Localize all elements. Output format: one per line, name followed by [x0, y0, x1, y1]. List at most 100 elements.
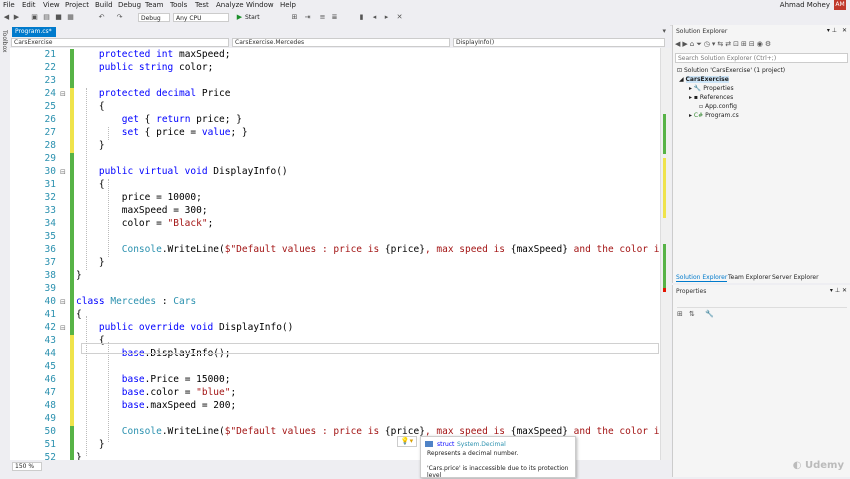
- code-line[interactable]: public virtual void DisplayInfo(): [76, 166, 288, 177]
- code-line[interactable]: Console.WriteLine($"Default values : pri…: [76, 244, 660, 255]
- code-line[interactable]: {: [76, 101, 105, 112]
- code-line[interactable]: class Mercedes : Cars: [76, 296, 196, 307]
- code-line[interactable]: public string color;: [76, 62, 213, 73]
- tab-program-cs[interactable]: Program.cs*: [12, 27, 56, 37]
- toolbox-label[interactable]: Toolbox: [1, 30, 8, 53]
- editor-vertical-scrollbar[interactable]: [660, 48, 671, 460]
- project-node[interactable]: ◢ CarsExercise: [679, 76, 729, 83]
- start-icon[interactable]: ▶: [235, 13, 244, 22]
- open-icon[interactable]: ▤: [42, 13, 51, 22]
- properties-title: Properties: [676, 288, 707, 295]
- solution-toolbar[interactable]: ◀▶⌂⏷◷▾⇆⇄⊡⊞⊟◉⚙: [675, 40, 773, 49]
- class-dropdown[interactable]: CarsExercise.Mercedes: [232, 38, 450, 47]
- user-name[interactable]: Ahmad Mohey: [780, 1, 830, 9]
- change-marker: [70, 322, 74, 335]
- forward-icon[interactable]: ▶: [12, 13, 21, 22]
- menu-analyze[interactable]: Analyze: [216, 1, 244, 9]
- redo-icon[interactable]: ↷: [115, 13, 124, 22]
- code-line[interactable]: protected int maxSpeed;: [76, 49, 231, 60]
- menu-debug[interactable]: Debug: [118, 1, 141, 9]
- avatar[interactable]: AM: [834, 0, 846, 10]
- code-line[interactable]: {: [76, 179, 105, 190]
- code-line[interactable]: maxSpeed = 300;: [76, 205, 208, 216]
- menu-edit[interactable]: Edit: [22, 1, 36, 9]
- undo-icon[interactable]: ↶: [97, 13, 106, 22]
- step-icon[interactable]: ⇥: [303, 13, 312, 22]
- save-all-icon[interactable]: ▦: [66, 13, 75, 22]
- config-select[interactable]: Debug: [138, 13, 170, 22]
- menu-test[interactable]: Test: [195, 1, 209, 9]
- collapse-icon[interactable]: ⊟: [60, 298, 66, 306]
- line-number: 50: [44, 426, 56, 437]
- tree-item-properties[interactable]: ▸ 🔧 Properties: [689, 85, 734, 92]
- change-marker: [70, 88, 74, 101]
- property-pages-icon[interactable]: 🔧: [705, 310, 714, 318]
- menu-team[interactable]: Team: [145, 1, 164, 9]
- line-number: 39: [44, 283, 56, 294]
- tree-item-app-config[interactable]: ▫ App.config: [699, 103, 737, 110]
- zoom-level-select[interactable]: 150 %: [12, 462, 42, 471]
- categorized-icon[interactable]: ⊞: [677, 310, 683, 318]
- alphabetical-icon[interactable]: ⇅: [689, 310, 695, 318]
- member-dropdown[interactable]: DisplayInfo(): [453, 38, 665, 47]
- tab-server-explorer[interactable]: Server Explorer: [772, 274, 819, 281]
- new-project-icon[interactable]: ▣: [30, 13, 39, 22]
- change-marker: [70, 114, 74, 127]
- platform-select[interactable]: Any CPU: [173, 13, 229, 22]
- code-line[interactable]: color = "Black";: [76, 218, 214, 229]
- collapse-icon[interactable]: ⊟: [60, 324, 66, 332]
- start-button[interactable]: Start: [245, 14, 260, 21]
- collapse-icon[interactable]: ⊟: [60, 90, 66, 98]
- solution-node[interactable]: ⊡ Solution 'CarsExercise' (1 project): [677, 67, 785, 74]
- line-number: 27: [44, 127, 56, 138]
- debug-tool-icon[interactable]: ⊞: [290, 13, 299, 22]
- tab-team-explorer[interactable]: Team Explorer: [728, 274, 771, 281]
- menu-help[interactable]: Help: [280, 1, 296, 9]
- code-line[interactable]: base.Price = 15000;: [76, 374, 231, 385]
- bookmark-prev-icon[interactable]: ◂: [370, 13, 379, 22]
- menu-project[interactable]: Project: [65, 1, 89, 9]
- code-line[interactable]: {: [76, 309, 82, 320]
- collapse-icon[interactable]: ⊟: [60, 168, 66, 176]
- menu-bar: File Edit View Project Build Debug Team …: [0, 0, 850, 11]
- menu-build[interactable]: Build: [95, 1, 113, 9]
- code-line[interactable]: }: [76, 439, 105, 450]
- code-line[interactable]: set { price = value; }: [76, 127, 248, 138]
- uncomment-icon[interactable]: ≣: [330, 13, 339, 22]
- code-line[interactable]: price = 10000;: [76, 192, 202, 203]
- menu-view[interactable]: View: [43, 1, 60, 9]
- comment-icon[interactable]: ≡: [318, 13, 327, 22]
- bookmark-icon[interactable]: ▮: [357, 13, 366, 22]
- tab-overflow-icon[interactable]: ▾: [662, 27, 666, 35]
- code-line[interactable]: base.maxSpeed = 200;: [76, 400, 236, 411]
- close-icon[interactable]: ✕: [842, 27, 847, 34]
- tree-item-references[interactable]: ▸ ▪ References: [689, 94, 733, 101]
- line-number: 25: [44, 101, 56, 112]
- tree-item-program-cs[interactable]: ▸ C# Program.cs: [689, 112, 739, 119]
- code-line[interactable]: }: [76, 257, 105, 268]
- line-number: 26: [44, 114, 56, 125]
- back-icon[interactable]: ◀: [2, 13, 11, 22]
- code-editor[interactable]: 21 protected int maxSpeed; 22 public stri…: [10, 48, 660, 460]
- code-line[interactable]: }: [76, 452, 82, 460]
- code-line[interactable]: protected decimal Price: [76, 88, 231, 99]
- menu-file[interactable]: File: [3, 1, 15, 9]
- project-dropdown[interactable]: CarsExercise: [11, 38, 229, 47]
- code-line[interactable]: }: [76, 270, 82, 281]
- code-line[interactable]: }: [76, 140, 105, 151]
- tab-solution-explorer[interactable]: Solution Explorer: [676, 274, 728, 282]
- save-icon[interactable]: ■: [54, 13, 63, 22]
- menu-window[interactable]: Window: [246, 1, 274, 9]
- menu-tools[interactable]: Tools: [170, 1, 187, 9]
- lightbulb-icon[interactable]: 💡▾: [397, 436, 417, 447]
- code-line[interactable]: public override void DisplayInfo(): [76, 322, 293, 333]
- solution-search-input[interactable]: Search Solution Explorer (Ctrl+;): [675, 53, 848, 63]
- line-number: 34: [44, 218, 56, 229]
- bookmark-next-icon[interactable]: ▸: [382, 13, 391, 22]
- pin-icon[interactable]: ▾ ⊥: [827, 27, 837, 34]
- code-line[interactable]: get { return price; }: [76, 114, 242, 125]
- bookmark-clear-icon[interactable]: ✕: [395, 13, 404, 22]
- code-line[interactable]: base.color = "blue";: [76, 387, 236, 398]
- solution-explorer-title: Solution Explorer: [676, 28, 728, 35]
- properties-close-icon[interactable]: ▾ ⊥ ✕: [830, 287, 847, 294]
